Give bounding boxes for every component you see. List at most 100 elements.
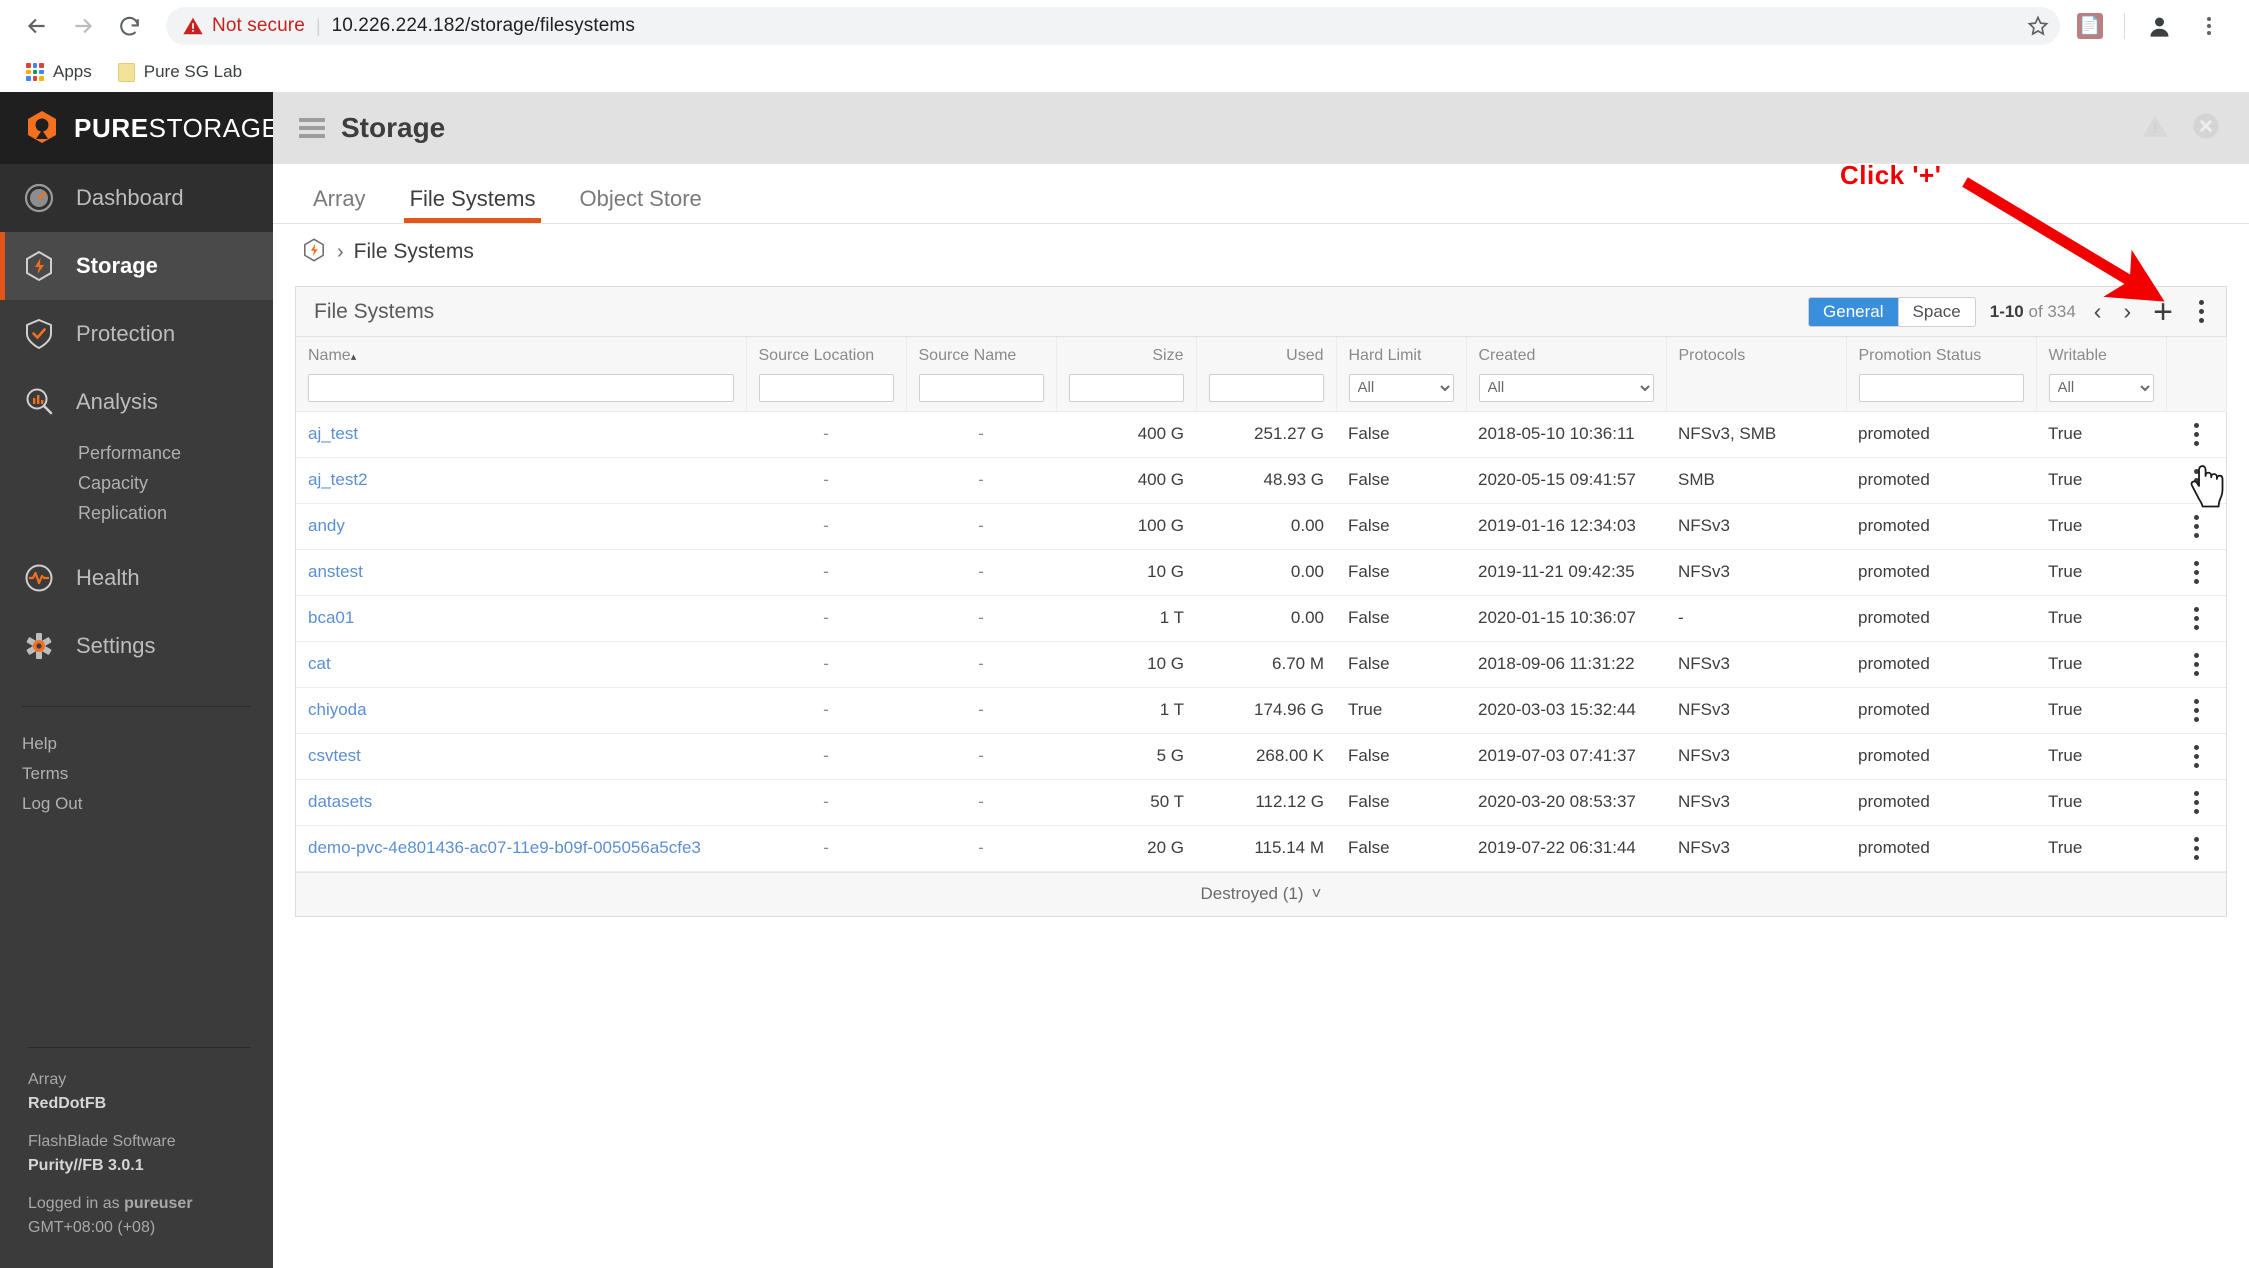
sidebar-link-help[interactable]: Help xyxy=(22,729,251,759)
toolbar-divider xyxy=(2124,13,2125,39)
sidebar-item-protection[interactable]: Protection xyxy=(0,300,273,368)
sidebar-footer-divider xyxy=(28,1047,251,1048)
browser-menu-icon[interactable] xyxy=(2187,4,2231,48)
toggle-space[interactable]: Space xyxy=(1898,297,1975,326)
col-header-source-name[interactable]: Source Name xyxy=(906,337,1057,365)
row-kebab-menu-icon[interactable] xyxy=(2178,606,2214,630)
row-kebab-menu-icon[interactable] xyxy=(2178,422,2214,446)
toggle-general[interactable]: General xyxy=(1809,297,1899,326)
row-kebab-menu-icon[interactable] xyxy=(2178,744,2214,768)
cell-protocols: NFSv3, SMB xyxy=(1666,411,1846,458)
filter-select-hard-limit[interactable]: All xyxy=(1348,373,1454,402)
sidebar-subitem-performance[interactable]: Performance xyxy=(78,438,273,468)
col-header-size[interactable]: Size xyxy=(1056,337,1197,365)
sidebar-item-dashboard[interactable]: Dashboard xyxy=(0,164,273,232)
col-header-writable[interactable]: Writable xyxy=(2036,337,2167,365)
table-row[interactable]: anstest - -10 G 0.00 False 2019-11-21 09:42:3… xyxy=(296,549,2226,596)
sidebar-item-label: Storage xyxy=(76,253,158,278)
address-bar[interactable]: Not secure | 10.226.224.182/storage/file… xyxy=(166,7,2060,45)
forward-arrow-icon[interactable] xyxy=(60,3,106,49)
file-system-link[interactable]: cat xyxy=(308,654,331,673)
col-header-source-location[interactable]: Source Location xyxy=(746,337,907,365)
sidebar-subitem-replication[interactable]: Replication xyxy=(78,498,273,528)
row-kebab-menu-icon[interactable] xyxy=(2178,790,2214,814)
add-file-system-button[interactable]: + xyxy=(2149,295,2177,329)
filter-input-source-location[interactable] xyxy=(758,373,894,402)
sidebar-subitem-capacity[interactable]: Capacity xyxy=(78,468,273,498)
table-row[interactable]: chiyoda - -1 T 174.96 G True 2020-03-03 15:32… xyxy=(296,687,2226,734)
chevron-right-icon[interactable]: › xyxy=(2119,298,2135,325)
col-header-name[interactable]: Name▴ xyxy=(296,337,747,365)
cell-used: 268.00 K xyxy=(1196,733,1336,780)
sidebar-item-settings[interactable]: Settings xyxy=(0,612,273,680)
back-arrow-icon[interactable] xyxy=(14,3,60,49)
file-system-link[interactable]: bca01 xyxy=(308,608,354,627)
table-row[interactable]: aj_test2- -400 G 48.93 G False 2020-05-15 09… xyxy=(296,457,2226,504)
file-system-link[interactable]: demo-pvc-4e801436-ac07-11e9-b09f-005056a… xyxy=(308,838,701,857)
storage-hex-icon[interactable] xyxy=(301,237,327,268)
file-system-link[interactable]: csvtest xyxy=(308,746,361,765)
bookmark-apps[interactable]: Apps xyxy=(18,59,100,85)
row-kebab-menu-icon[interactable] xyxy=(2178,652,2214,676)
col-header-protocols[interactable]: Protocols xyxy=(1666,337,1847,365)
col-header-used[interactable]: Used xyxy=(1196,337,1337,365)
table-row[interactable]: demo-pvc-4e801436-ac07-11e9-b09f-005056a… xyxy=(296,825,2226,872)
cell-name: andy xyxy=(296,503,746,550)
filter-input-source-name[interactable] xyxy=(918,373,1044,402)
file-system-link[interactable]: anstest xyxy=(308,562,363,581)
col-header-hard-limit[interactable]: Hard Limit xyxy=(1336,337,1467,365)
file-system-link[interactable]: chiyoda xyxy=(308,700,367,719)
table-row[interactable]: aj_test - -400 G 251.27 G False 2018-05-10 10… xyxy=(296,411,2226,458)
reload-icon[interactable] xyxy=(106,3,152,49)
tab-object-store[interactable]: Object Store xyxy=(565,186,715,223)
cell-promotion-status: promoted xyxy=(1846,503,2036,550)
col-header-created[interactable]: Created xyxy=(1466,337,1667,365)
sidebar-link-log-out[interactable]: Log Out xyxy=(22,789,251,819)
table-row[interactable]: csvtest - -5 G 268.00 K False 2019-07-03 07:4… xyxy=(296,733,2226,780)
tab-array[interactable]: Array xyxy=(299,186,380,223)
file-system-link[interactable]: aj_test xyxy=(308,424,358,443)
cell-name: datasets xyxy=(296,779,746,826)
row-kebab-menu-icon[interactable] xyxy=(2178,698,2214,722)
profile-avatar-icon[interactable] xyxy=(2137,4,2181,48)
row-kebab-menu-icon[interactable] xyxy=(2178,514,2214,538)
sidebar-item-health[interactable]: Health xyxy=(0,544,273,612)
bookmark-star-icon[interactable] xyxy=(2016,4,2060,48)
col-header-promotion-status[interactable]: Promotion Status xyxy=(1846,337,2037,365)
bookmark-pure-sg-lab[interactable]: Pure SG Lab xyxy=(110,59,250,85)
cell-promotion-status: promoted xyxy=(1846,595,2036,642)
cell-source-name: - xyxy=(906,733,1056,780)
row-kebab-menu-icon[interactable] xyxy=(2178,468,2214,492)
table-row[interactable]: cat - -10 G 6.70 M False 2018-09-06 11:31:22 N… xyxy=(296,641,2226,688)
sidebar-link-terms[interactable]: Terms xyxy=(22,759,251,789)
filter-input-used[interactable] xyxy=(1208,373,1324,402)
adobe-pdf-extension-icon[interactable]: 📄 xyxy=(2068,4,2112,48)
tab-file-systems[interactable]: File Systems xyxy=(396,186,550,223)
file-system-link[interactable]: datasets xyxy=(308,792,372,811)
filter-input-size[interactable] xyxy=(1068,373,1184,402)
filter-select-writable[interactable]: All xyxy=(2048,373,2154,402)
card-title: File Systems xyxy=(314,299,435,323)
kebab-menu-icon[interactable] xyxy=(2191,300,2212,323)
destroyed-section-toggle[interactable]: Destroyed (1) ˅ xyxy=(296,871,2226,916)
chevron-left-icon[interactable]: ‹ xyxy=(2090,298,2106,325)
sidebar-item-storage[interactable]: Storage xyxy=(0,232,273,300)
warning-triangle-icon[interactable] xyxy=(2141,112,2169,145)
cell-source-location: - xyxy=(746,825,906,872)
file-system-link[interactable]: andy xyxy=(308,516,345,535)
filter-cell-actions xyxy=(2166,365,2227,412)
row-kebab-menu-icon[interactable] xyxy=(2178,560,2214,584)
filter-input-name[interactable] xyxy=(308,373,734,402)
close-circle-icon[interactable] xyxy=(2191,111,2221,146)
table-row[interactable]: bca01- -1 T 0.00 False 2020-01-15 10:36:07- p… xyxy=(296,595,2226,642)
cell-name: anstest xyxy=(296,549,746,596)
table-row[interactable]: datasets - -50 T 112.12 G False 2020-03-20 08… xyxy=(296,779,2226,826)
file-system-link[interactable]: aj_test2 xyxy=(308,470,368,489)
hamburger-icon[interactable] xyxy=(299,118,325,138)
table-row[interactable]: andy - -100 G 0.00 False 2019-01-16 12:34:03 N… xyxy=(296,503,2226,550)
filter-select-created[interactable]: All xyxy=(1478,373,1654,402)
sidebar-item-analysis[interactable]: Analysis xyxy=(0,368,273,436)
filter-input-promotion-status[interactable] xyxy=(1858,373,2024,402)
cell-source-location: - xyxy=(746,411,906,458)
row-kebab-menu-icon[interactable] xyxy=(2178,836,2214,860)
